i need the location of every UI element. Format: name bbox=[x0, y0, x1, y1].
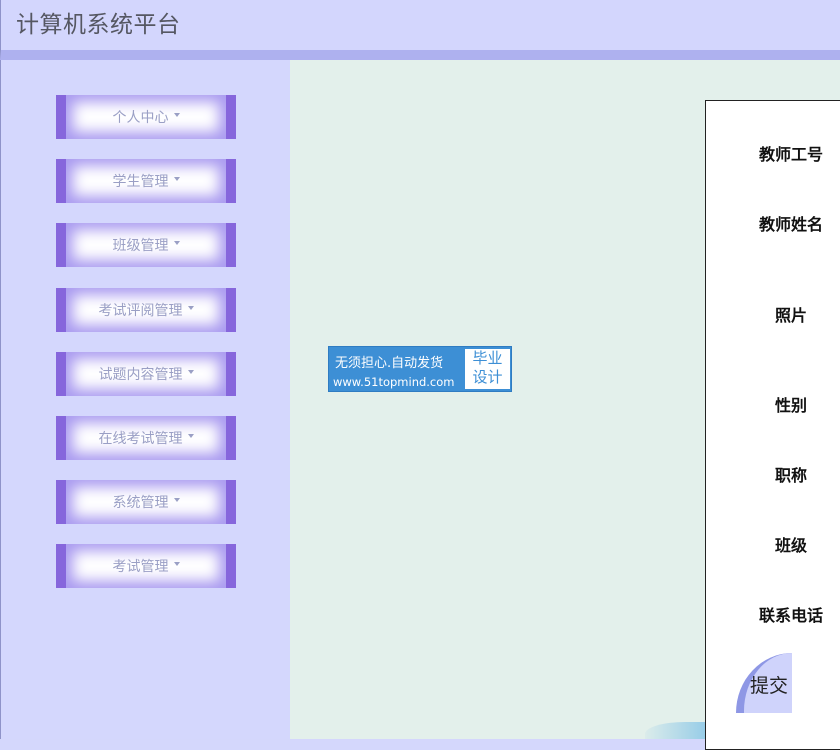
field-label-phone: 联系电话 bbox=[758, 606, 823, 625]
badge-slogan: 无须担心.自动发货 bbox=[335, 356, 444, 371]
field-label-gender: 性别 bbox=[774, 396, 807, 415]
field-label-class: 班级 bbox=[774, 536, 807, 555]
sidebar-item-label: 个人中心 bbox=[112, 110, 169, 126]
badge-tag-bottom: 设计 bbox=[472, 368, 503, 386]
caret-down-icon bbox=[173, 241, 180, 245]
sidebar-item-system-management[interactable]: 系统管理 bbox=[56, 480, 236, 524]
sidebar-item-online-exam-management[interactable]: 在线考试管理 bbox=[56, 416, 236, 460]
sidebar-item-personal-center[interactable]: 个人中心 bbox=[56, 95, 236, 139]
badge-tag-top: 毕业 bbox=[472, 349, 503, 367]
sidebar-item-student-management[interactable]: 学生管理 bbox=[56, 159, 236, 203]
sidebar-item-question-content-management[interactable]: 试题内容管理 bbox=[56, 352, 236, 396]
badge-url: www.51topmind.com bbox=[333, 375, 455, 389]
caret-down-icon bbox=[173, 177, 180, 181]
sidebar-item-exam-review-management[interactable]: 考试评阅管理 bbox=[56, 288, 236, 332]
sidebar-item-label: 班级管理 bbox=[112, 238, 169, 254]
caret-down-icon bbox=[187, 370, 194, 374]
sidebar-item-label: 学生管理 bbox=[112, 174, 169, 190]
field-label-title: 职称 bbox=[774, 466, 807, 485]
field-label-photo: 照片 bbox=[774, 306, 807, 325]
sidebar-item-label: 考试评阅管理 bbox=[98, 303, 183, 319]
sidebar-item-label: 试题内容管理 bbox=[98, 367, 183, 383]
top-header: 计算机系统平台 bbox=[0, 0, 840, 60]
submit-button[interactable]: 提交 bbox=[750, 671, 788, 698]
caret-down-icon bbox=[173, 498, 180, 502]
badge-tag: 毕业 设计 bbox=[465, 349, 510, 389]
sidebar-item-label: 考试管理 bbox=[112, 559, 169, 575]
caret-down-icon bbox=[173, 113, 180, 117]
watermark-badge: 无须担心.自动发货 www.51topmind.com 毕业 设计 bbox=[328, 346, 512, 392]
sidebar-item-label: 在线考试管理 bbox=[98, 431, 183, 447]
field-label-teacher-id: 教师工号 bbox=[758, 145, 823, 164]
sidebar-item-exam-management[interactable]: 考试管理 bbox=[56, 544, 236, 588]
submit-button-wrap: 提交 bbox=[736, 653, 792, 713]
field-label-teacher-name: 教师姓名 bbox=[758, 215, 823, 234]
sidebar-item-label: 系统管理 bbox=[112, 495, 169, 511]
sidebar: 个人中心 学生管理 班级管理 考试评阅管理 试题内容管理 在线考试管理 系统管理… bbox=[0, 60, 290, 739]
caret-down-icon bbox=[187, 306, 194, 310]
caret-down-icon bbox=[173, 562, 180, 566]
caret-down-icon bbox=[187, 434, 194, 438]
app-title: 计算机系统平台 bbox=[16, 12, 181, 38]
sidebar-item-class-management[interactable]: 班级管理 bbox=[56, 223, 236, 267]
